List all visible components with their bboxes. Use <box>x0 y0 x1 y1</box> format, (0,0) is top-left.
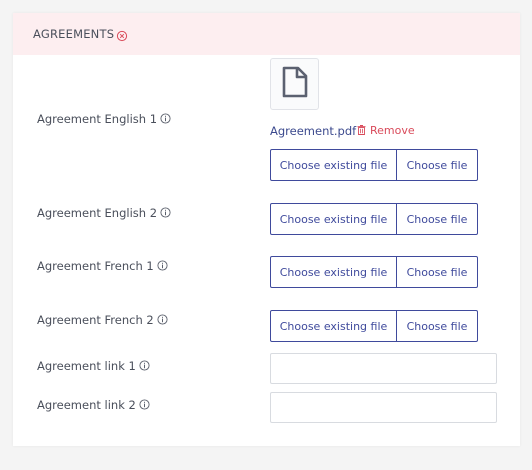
remove-file-button[interactable]: Remove <box>357 124 415 137</box>
agreement-link-1-input[interactable] <box>270 353 497 384</box>
info-icon[interactable] <box>160 207 171 218</box>
agreements-panel: AGREEMENTS Agreement English 1 Agreement… <box>13 13 520 446</box>
section-title: AGREEMENTS <box>33 27 115 41</box>
info-icon[interactable] <box>157 260 168 271</box>
choose-existing-file-button[interactable]: Choose existing file <box>271 311 397 341</box>
field-label-agreement-french-2: Agreement French 2 <box>37 313 168 327</box>
info-icon[interactable] <box>160 113 171 124</box>
file-thumbnail[interactable] <box>270 58 319 110</box>
panel-header: AGREEMENTS <box>13 13 520 55</box>
file-picker-agreement-english-1: Choose existing file Choose file <box>270 149 478 181</box>
close-circle-icon[interactable] <box>116 27 128 42</box>
trash-icon <box>357 125 366 135</box>
uploaded-file-link[interactable]: Agreement.pdf <box>270 124 356 138</box>
agreement-link-2-input[interactable] <box>270 392 497 423</box>
file-picker-agreement-french-1: Choose existing file Choose file <box>270 256 478 288</box>
info-icon[interactable] <box>139 399 150 410</box>
field-label-agreement-link-1: Agreement link 1 <box>37 359 150 373</box>
field-label-agreement-link-2: Agreement link 2 <box>37 398 150 412</box>
label-text: Agreement French 2 <box>37 313 154 327</box>
file-picker-agreement-english-2: Choose existing file Choose file <box>270 203 478 235</box>
choose-file-button[interactable]: Choose file <box>397 311 477 341</box>
document-icon <box>282 66 308 102</box>
info-icon[interactable] <box>139 360 150 371</box>
field-label-agreement-english-1: Agreement English 1 <box>37 112 171 126</box>
choose-existing-file-button[interactable]: Choose existing file <box>271 150 397 180</box>
field-label-agreement-french-1: Agreement French 1 <box>37 259 168 273</box>
choose-file-button[interactable]: Choose file <box>397 204 477 234</box>
label-text: Agreement link 1 <box>37 359 136 373</box>
label-text: Agreement French 1 <box>37 259 154 273</box>
choose-existing-file-button[interactable]: Choose existing file <box>271 204 397 234</box>
choose-existing-file-button[interactable]: Choose existing file <box>271 257 397 287</box>
info-icon[interactable] <box>157 314 168 325</box>
label-text: Agreement link 2 <box>37 398 136 412</box>
choose-file-button[interactable]: Choose file <box>397 257 477 287</box>
choose-file-button[interactable]: Choose file <box>397 150 477 180</box>
file-picker-agreement-french-2: Choose existing file Choose file <box>270 310 478 342</box>
label-text: Agreement English 1 <box>37 112 158 126</box>
remove-label: Remove <box>370 124 415 137</box>
label-text: Agreement English 2 <box>37 206 158 220</box>
field-label-agreement-english-2: Agreement English 2 <box>37 206 171 220</box>
